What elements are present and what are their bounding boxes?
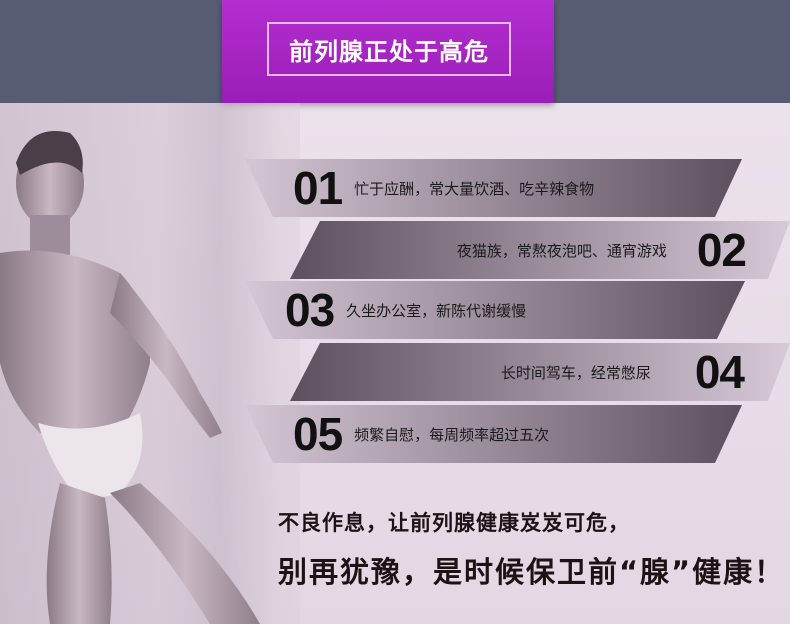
item-number: 02: [696, 224, 747, 276]
item-text: 夜猫族，常熬夜泡吧、通宵游戏: [456, 241, 667, 260]
item-number: 05: [293, 408, 343, 460]
reason-item-1: 01 忙于应酬，常大量饮酒、吃辛辣食物: [245, 159, 742, 217]
item-text: 久坐办公室，新陈代谢缓慢: [346, 301, 527, 320]
reason-item-5: 05 频繁自慰，每周频率超过五次: [245, 405, 742, 463]
item-text: 频繁自慰，每周频率超过五次: [354, 425, 550, 444]
reason-item-4: 长时间驾车，经常憋尿 04: [290, 343, 790, 401]
page-title: 前列腺正处于高危: [289, 37, 489, 66]
footer-line-1: 不良作息，让前列腺健康岌岌可危，: [278, 511, 630, 535]
footer-line-2: 别再犹豫，是时候保卫前“腺”健康！: [278, 555, 786, 589]
item-text: 忙于应酬，常大量饮酒、吃辛辣食物: [354, 179, 595, 198]
item-number: 01: [293, 162, 343, 214]
reason-item-3: 03 久坐办公室，新陈代谢缓慢: [245, 281, 745, 339]
reason-item-2: 夜猫族，常熬夜泡吧、通宵游戏 02: [290, 221, 790, 279]
item-text: 长时间驾车，经常憋尿: [500, 363, 651, 382]
item-number: 04: [694, 346, 745, 398]
title-frame: 前列腺正处于高危: [267, 22, 511, 76]
item-number: 03: [285, 284, 335, 336]
